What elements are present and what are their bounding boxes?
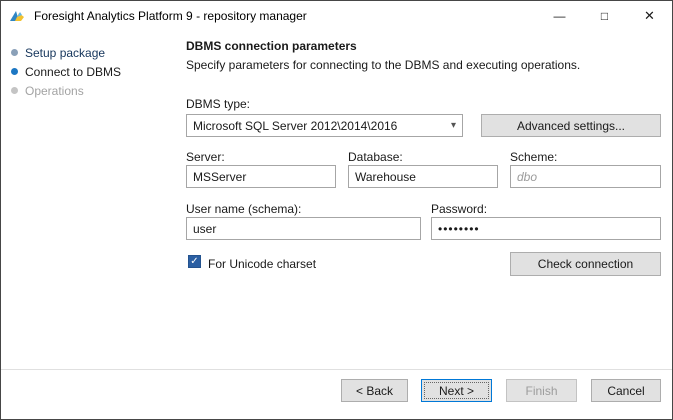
next-button[interactable]: Next > <box>421 379 492 402</box>
step-connect-to-dbms[interactable]: Connect to DBMS <box>11 62 121 81</box>
dbms-type-label: DBMS type: <box>186 97 250 111</box>
unicode-charset-checkbox[interactable]: ✓ <box>188 255 201 268</box>
password-label: Password: <box>431 202 487 216</box>
checkmark-icon: ✓ <box>190 257 198 267</box>
footer-divider <box>1 369 672 370</box>
page-subtitle: Specify parameters for connecting to the… <box>186 58 580 72</box>
maximize-button[interactable]: □ <box>582 1 627 31</box>
maximize-icon: □ <box>601 9 608 23</box>
wizard-steps: Setup package Connect to DBMS Operations <box>11 43 121 100</box>
step-bullet-icon <box>11 68 18 75</box>
chevron-down-icon: ▾ <box>451 120 456 131</box>
page-title: DBMS connection parameters <box>186 39 357 53</box>
username-label: User name (schema): <box>186 202 301 216</box>
password-input[interactable] <box>431 217 661 240</box>
unicode-charset-label[interactable]: For Unicode charset <box>208 257 316 271</box>
username-input[interactable] <box>186 217 421 240</box>
back-button[interactable]: < Back <box>341 379 408 402</box>
repository-manager-window: Foresight Analytics Platform 9 - reposit… <box>0 0 673 420</box>
step-label: Setup package <box>25 46 105 60</box>
database-label: Database: <box>348 150 403 164</box>
app-icon <box>9 8 25 24</box>
title-bar[interactable]: Foresight Analytics Platform 9 - reposit… <box>1 1 672 31</box>
window-controls: — □ ✕ <box>537 1 672 31</box>
close-icon: ✕ <box>644 8 655 24</box>
step-label: Connect to DBMS <box>25 65 121 79</box>
step-label: Operations <box>25 84 84 98</box>
database-input[interactable] <box>348 165 498 188</box>
minimize-icon: — <box>554 9 566 23</box>
step-setup-package[interactable]: Setup package <box>11 43 121 62</box>
step-bullet-icon <box>11 87 18 94</box>
check-connection-button[interactable]: Check connection <box>510 252 661 276</box>
minimize-button[interactable]: — <box>537 1 582 31</box>
finish-button: Finish <box>506 379 577 402</box>
dbms-type-dropdown[interactable]: Microsoft SQL Server 2012\2014\2016 ▾ <box>186 114 463 137</box>
cancel-button[interactable]: Cancel <box>591 379 661 402</box>
server-input[interactable] <box>186 165 336 188</box>
scheme-input[interactable] <box>510 165 661 188</box>
advanced-settings-button[interactable]: Advanced settings... <box>481 114 661 137</box>
dbms-type-value: Microsoft SQL Server 2012\2014\2016 <box>193 119 445 133</box>
close-button[interactable]: ✕ <box>627 1 672 31</box>
step-bullet-icon <box>11 49 18 56</box>
step-operations: Operations <box>11 81 121 100</box>
server-label: Server: <box>186 150 225 164</box>
scheme-label: Scheme: <box>510 150 557 164</box>
window-title: Foresight Analytics Platform 9 - reposit… <box>34 9 307 23</box>
